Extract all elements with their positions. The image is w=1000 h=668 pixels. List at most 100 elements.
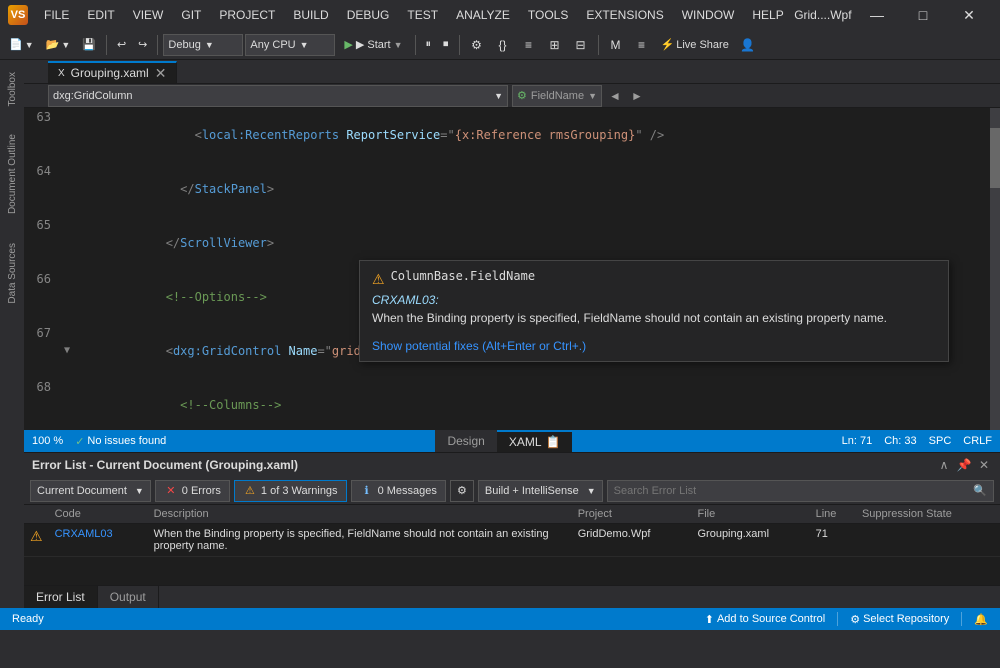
dropdown-icon: ▼	[61, 40, 70, 50]
tooltip-warning-label: CRXAML03:	[372, 293, 439, 307]
menu-debug[interactable]: DEBUG	[339, 6, 398, 24]
search-icon: 🔍	[973, 484, 987, 497]
notifications-bell[interactable]: 🔔	[970, 613, 992, 626]
address-dropdown-arrow: ▼	[494, 91, 503, 101]
address-dropdown[interactable]: dxg:GridColumn ▼	[48, 85, 508, 107]
liveshare-button[interactable]: ⚡ Live Share	[656, 33, 734, 57]
error-row-1[interactable]: ⚠ CRXAML03 When the Binding property is …	[24, 524, 1000, 557]
toolbar-new-project[interactable]: 📄 ▼	[4, 33, 39, 57]
code-line-64[interactable]: 64 </StackPanel>	[24, 162, 1000, 216]
menu-build[interactable]: BUILD	[285, 6, 336, 24]
panel-arrow-up[interactable]: ∧	[936, 457, 952, 473]
select-repository[interactable]: ⚙ Select Repository	[846, 613, 953, 626]
add-to-source-control[interactable]: ⬆ Add to Source Control	[701, 613, 829, 626]
tab-grouping-xaml[interactable]: X Grouping.xaml ✕	[48, 61, 177, 83]
dropdown-arrow: ▼	[205, 40, 214, 50]
menu-view[interactable]: VIEW	[125, 6, 172, 24]
menu-analyze[interactable]: ANALYZE	[448, 6, 518, 24]
close-button[interactable]: ✕	[946, 0, 992, 30]
design-tab[interactable]: Design	[435, 430, 496, 452]
messages-badge[interactable]: ℹ 0 Messages	[351, 480, 446, 502]
menu-file[interactable]: FILE	[36, 6, 77, 24]
toolbar-icon-2[interactable]: {}	[491, 33, 515, 57]
col-file[interactable]: File	[691, 505, 809, 524]
menu-extensions[interactable]: EXTENSIONS	[578, 6, 671, 24]
xaml-tab[interactable]: XAML 📋	[497, 430, 573, 452]
cpu-dropdown[interactable]: Any CPU ▼	[245, 34, 335, 56]
col-line[interactable]: Line	[810, 505, 856, 524]
messages-count: 0 Messages	[378, 485, 437, 497]
menu-tools[interactable]: TOOLS	[520, 6, 576, 24]
error-search[interactable]: 🔍	[607, 480, 994, 502]
col-suppression[interactable]: Suppression State	[856, 505, 1000, 524]
scope-filter-dropdown[interactable]: Current Document ▼	[30, 480, 151, 502]
check-icon: ✓	[75, 435, 84, 448]
build-dropdown-arrow: ▼	[587, 486, 596, 496]
warnings-badge[interactable]: ⚠ 1 of 3 Warnings	[234, 480, 347, 502]
menu-edit[interactable]: EDIT	[79, 6, 122, 24]
menu-window[interactable]: WINDOW	[674, 6, 743, 24]
toolbar-btn-1[interactable]: ⏸	[421, 33, 437, 57]
panel-pin[interactable]: 📌	[956, 457, 972, 473]
tooltip-fix-link[interactable]: Show potential fixes (Alt+Enter or Ctrl+…	[372, 339, 936, 353]
panel-close[interactable]: ✕	[976, 457, 992, 473]
col-code[interactable]: Code	[49, 505, 148, 524]
error-list-tab[interactable]: Error List	[24, 586, 98, 608]
toolbar-btn-2[interactable]: ⏹	[438, 33, 454, 57]
menu-help[interactable]: HELP	[744, 6, 791, 24]
tooltip-description: When the Binding property is specified, …	[372, 311, 887, 325]
toolbar-save[interactable]: 💾	[77, 33, 101, 57]
start-icon: ▶	[344, 38, 352, 51]
data-sources-label[interactable]: Data Sources	[5, 239, 20, 308]
toolbar-icon-5[interactable]: ⊟	[569, 33, 593, 57]
toolbar-icon-4[interactable]: ⊞	[543, 33, 567, 57]
debug-mode-dropdown[interactable]: Debug ▼	[163, 34, 243, 56]
col-project[interactable]: Project	[572, 505, 692, 524]
ln-status[interactable]: Ln: 71	[842, 435, 873, 447]
editor-scrollbar[interactable]	[990, 108, 1000, 430]
toolbar-person-icon[interactable]: 👤	[736, 33, 760, 57]
error-list-title: Error List - Current Document (Grouping.…	[32, 458, 298, 472]
code-line-63[interactable]: 63 <local:RecentReports ReportService="{…	[24, 108, 1000, 162]
scrollbar-thumb[interactable]	[990, 128, 1000, 188]
toolbar-open[interactable]: 📂 ▼	[41, 33, 76, 57]
source-control-label: Add to Source Control	[717, 613, 825, 625]
row-project: GridDemo.Wpf	[572, 524, 692, 557]
tab-close-button[interactable]: ✕	[155, 65, 167, 82]
col-icon[interactable]	[24, 505, 49, 524]
tooltip-quickinfo: ⚠ ColumnBase.FieldName CRXAML03: When th…	[359, 260, 949, 362]
menu-test[interactable]: TEST	[399, 6, 446, 24]
start-button[interactable]: ▶ ▶ Start ▼	[337, 35, 409, 54]
toolbar-redo[interactable]: ↪	[133, 33, 152, 57]
toolbox-label[interactable]: Toolbox	[5, 68, 20, 110]
build-options-badge[interactable]: ⚙	[450, 480, 474, 502]
field-name-dropdown[interactable]: ⚙ FieldName ▼	[512, 85, 602, 107]
output-tab[interactable]: Output	[98, 586, 159, 608]
toolbar-icon-7[interactable]: ≡	[630, 33, 654, 57]
tab-label: Grouping.xaml	[71, 66, 149, 80]
nav-next-button[interactable]: ►	[628, 87, 646, 105]
col-description[interactable]: Description	[148, 505, 572, 524]
warning-icon: ⚠	[243, 484, 257, 498]
maximize-button[interactable]: □	[900, 0, 946, 30]
toolbar-icon-3[interactable]: ≡	[517, 33, 541, 57]
document-outline-label[interactable]: Document Outline	[5, 130, 20, 218]
crlf-status[interactable]: CRLF	[963, 435, 992, 447]
design-tab-label: Design	[447, 434, 484, 448]
spc-status[interactable]: SPC	[929, 435, 952, 447]
build-dropdown[interactable]: Build + IntelliSense ▼	[478, 480, 603, 502]
toolbar-undo[interactable]: ↩	[112, 33, 131, 57]
ch-status[interactable]: Ch: 33	[884, 435, 916, 447]
menu-project[interactable]: PROJECT	[211, 6, 283, 24]
no-issues-badge[interactable]: ✓ No issues found	[75, 435, 166, 448]
zoom-level[interactable]: 100 %	[32, 435, 63, 447]
toolbar-icon-1[interactable]: ⚙	[465, 33, 489, 57]
code-line-68[interactable]: 68 <!--Columns-->	[24, 378, 1000, 430]
menu-git[interactable]: GIT	[173, 6, 209, 24]
errors-badge[interactable]: ✕ 0 Errors	[155, 480, 230, 502]
row-code[interactable]: CRXAML03	[49, 524, 148, 557]
error-search-input[interactable]	[614, 485, 974, 497]
minimize-button[interactable]: —	[854, 0, 900, 30]
toolbar-icon-6[interactable]: M	[604, 33, 628, 57]
nav-prev-button[interactable]: ◄	[606, 87, 624, 105]
